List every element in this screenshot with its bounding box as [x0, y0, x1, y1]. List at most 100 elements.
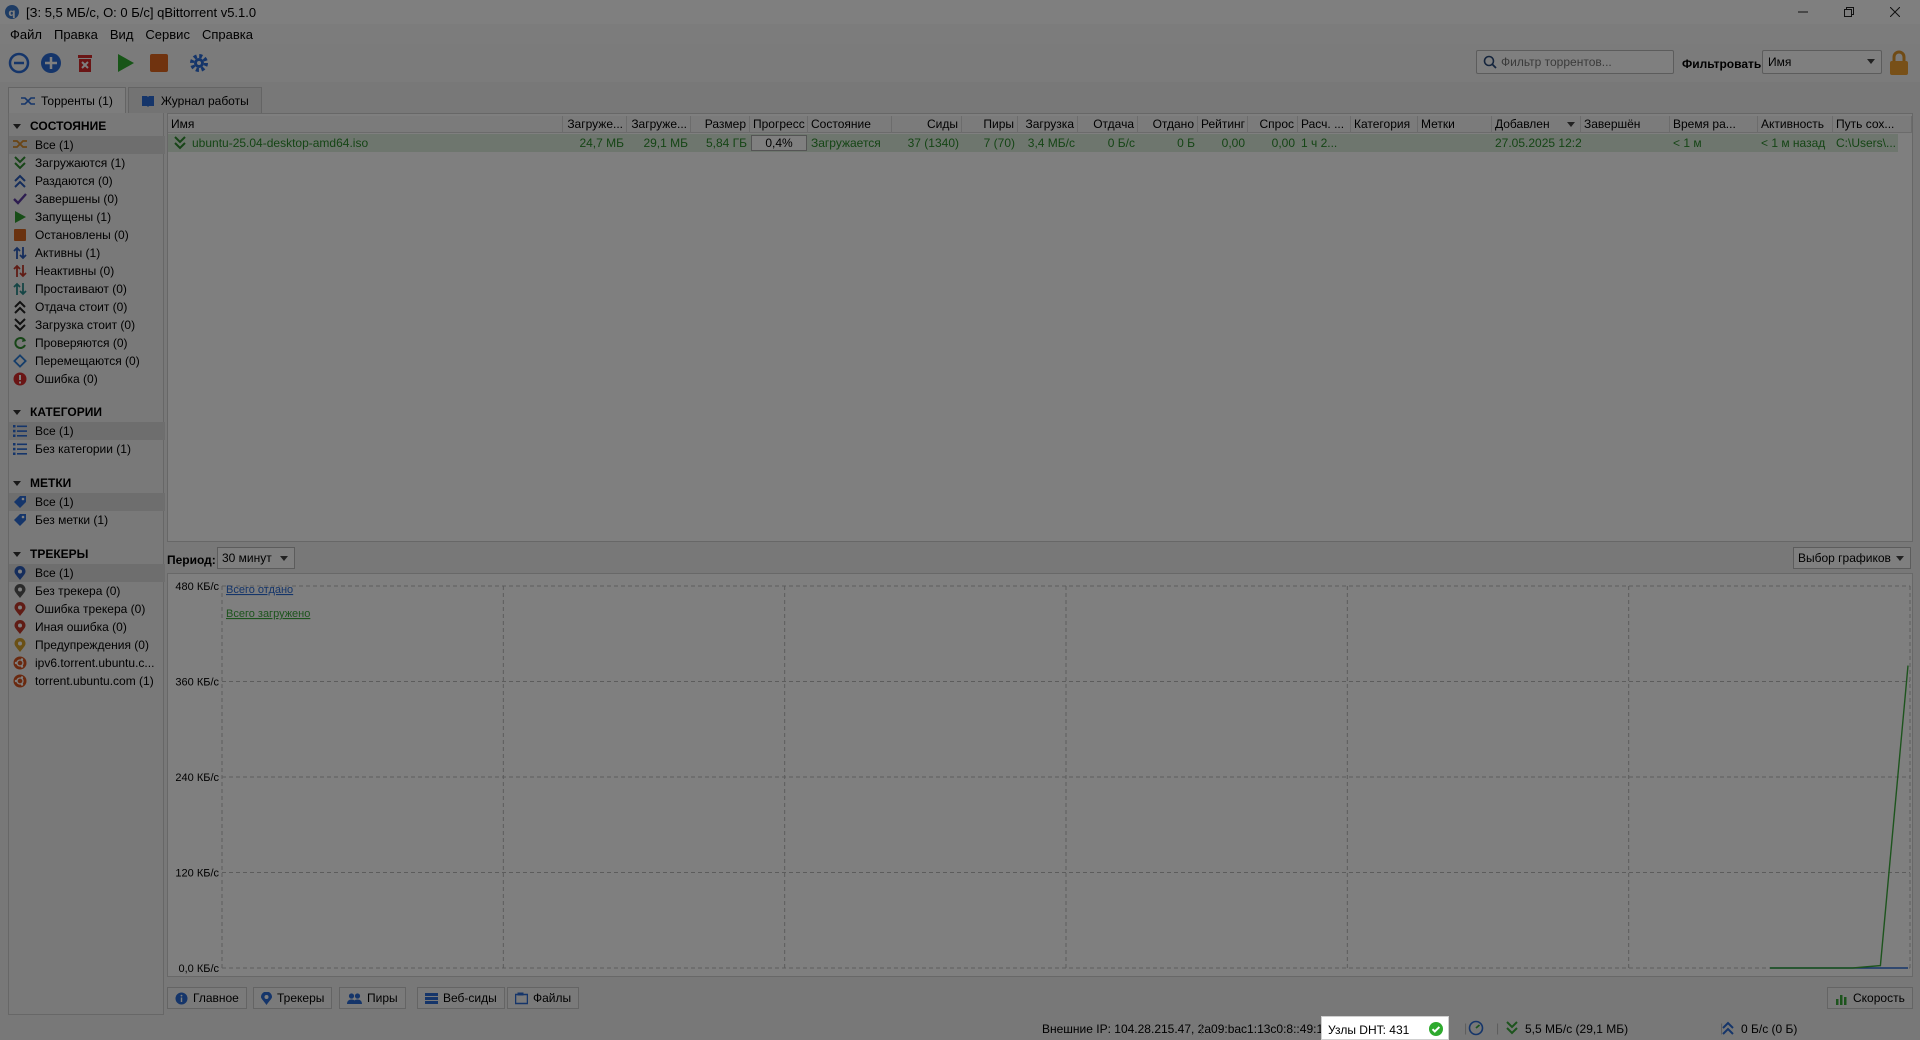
sidebar-item[interactable]: Проверяются (0) — [9, 334, 165, 352]
sidebar-item[interactable]: Без категории (1) — [9, 440, 165, 458]
period-select[interactable]: 30 минут — [217, 547, 295, 569]
sidebar-item[interactable]: Перемещаются (0) — [9, 352, 165, 370]
column-header[interactable]: Время ра... — [1670, 116, 1758, 133]
stop-button[interactable] — [146, 50, 172, 76]
y-tick-label: 240 КБ/с — [175, 772, 219, 784]
speed-graph-panel: Период: 30 минут Выбор графиков 480 КБ/с… — [167, 545, 1913, 981]
remove-torrent-button[interactable] — [72, 50, 98, 76]
connection-ok-icon[interactable] — [1428, 1021, 1444, 1037]
cell-added: 27.05.2025 12:25 — [1495, 136, 1581, 150]
tab-trackers[interactable]: Трекеры — [253, 987, 333, 1009]
add-torrent-link-button[interactable] — [6, 50, 32, 76]
sidebar-item[interactable]: Загрузка стоит (0) — [9, 316, 165, 334]
search-input[interactable] — [1501, 55, 1661, 69]
minimize-button[interactable] — [1780, 0, 1826, 24]
tab-web-seeds[interactable]: Веб-сиды — [417, 987, 505, 1009]
column-header[interactable]: Расч. ... — [1298, 116, 1351, 133]
column-header[interactable]: Загруже... — [627, 116, 691, 133]
status-section-header[interactable]: СОСТОЯНИЕ — [9, 117, 165, 135]
sidebar-item[interactable]: Все (1) — [9, 493, 165, 511]
sidebar-item[interactable]: Запущены (1) — [9, 208, 165, 226]
lock-ui-button[interactable] — [1888, 50, 1910, 76]
column-header[interactable]: Отдача — [1078, 116, 1138, 133]
sidebar-item[interactable]: Активны (1) — [9, 244, 165, 262]
column-header[interactable]: Имя — [168, 116, 563, 133]
tracker-pin-icon — [13, 566, 27, 580]
dht-nodes-text: Узлы DHT: 431 — [1328, 1023, 1410, 1037]
chevron-down-icon — [1867, 59, 1875, 64]
sidebar-item[interactable]: torrent.ubuntu.com (1) — [9, 672, 165, 690]
cell-downloaded-session: 29,1 МБ — [643, 136, 688, 150]
column-header[interactable]: Размер — [691, 116, 750, 133]
upload-speed-text[interactable]: 0 Б/с (0 Б) — [1741, 1022, 1797, 1036]
sidebar-item[interactable]: Завершены (0) — [9, 190, 165, 208]
tab-general[interactable]: Главное — [167, 987, 247, 1009]
speed-graph-toggle-button[interactable]: Скорость — [1827, 987, 1913, 1009]
sidebar-item[interactable]: Ошибка трекера (0) — [9, 600, 165, 618]
tab-execution-log[interactable]: Журнал работы — [127, 87, 262, 113]
play-icon — [118, 54, 134, 72]
sidebar-item-label: Все (1) — [35, 495, 74, 509]
column-header[interactable]: Загруже... — [563, 116, 627, 133]
graph-selection-select[interactable]: Выбор графиков — [1793, 547, 1911, 569]
column-header[interactable]: Метки — [1418, 116, 1492, 133]
download-speed-text[interactable]: 5,5 МБ/с (29,1 МБ) — [1525, 1022, 1628, 1036]
sidebar-item[interactable]: Все (1) — [9, 136, 165, 154]
sidebar-item[interactable]: Простаивают (0) — [9, 280, 165, 298]
column-header[interactable]: Категория — [1351, 116, 1418, 133]
table-row[interactable]: ubuntu-25.04-desktop-amd64.iso 24,7 МБ 29,… — [168, 134, 1898, 152]
add-torrent-file-button[interactable] — [38, 50, 64, 76]
sidebar-item-label: Загрузка стоит (0) — [35, 318, 136, 332]
column-header[interactable]: Состояние — [808, 116, 892, 133]
column-header[interactable]: Отдано — [1138, 116, 1198, 133]
start-button[interactable] — [112, 50, 138, 76]
sidebar-item[interactable]: Раздаются (0) — [9, 172, 165, 190]
filter-by-select[interactable]: Имя — [1762, 50, 1882, 74]
menu-edit[interactable]: Правка — [48, 27, 104, 42]
sidebar-item-label: Предупреждения (0) — [35, 638, 149, 652]
sidebar-item-label: torrent.ubuntu.com (1) — [35, 674, 154, 688]
restore-button[interactable] — [1826, 0, 1872, 24]
column-header[interactable]: Сиды — [892, 116, 962, 133]
tab-torrents[interactable]: Торренты (1) — [8, 87, 126, 113]
column-header[interactable]: Активность — [1758, 116, 1833, 133]
menu-view[interactable]: Вид — [104, 27, 140, 42]
column-header[interactable]: Спрос — [1248, 116, 1298, 133]
column-header[interactable]: Рейтинг — [1198, 116, 1248, 133]
column-header[interactable]: Завершён — [1581, 116, 1670, 133]
stopped-square-icon — [13, 228, 27, 242]
table-header: Имя Загруже... Загруже... Размер Прогресс Сос… — [168, 116, 1912, 133]
cell-save-path: C:\Users\... — [1836, 136, 1897, 150]
sidebar-item[interactable]: Иная ошибка (0) — [9, 618, 165, 636]
sidebar-item[interactable]: Предупреждения (0) — [9, 636, 165, 654]
sidebar-item[interactable]: Ошибка (0) — [9, 370, 165, 388]
sidebar-item[interactable]: Отдача стоит (0) — [9, 298, 165, 316]
column-header[interactable]: Пиры — [962, 116, 1018, 133]
alt-speed-limits-icon[interactable] — [1468, 1020, 1484, 1036]
stop-square-icon — [150, 54, 168, 72]
categories-section-header[interactable]: КАТЕГОРИИ — [9, 403, 165, 421]
sidebar-item[interactable]: Без трекера (0) — [9, 582, 165, 600]
sidebar-item[interactable]: Все (1) — [9, 422, 165, 440]
settings-button[interactable] — [186, 50, 212, 76]
sidebar-item[interactable]: Остановлены (0) — [9, 226, 165, 244]
menu-tools[interactable]: Сервис — [139, 27, 196, 42]
menu-help[interactable]: Справка — [196, 27, 259, 42]
cell-down-speed: 3,4 МБ/с — [1027, 136, 1075, 150]
torrent-search-box[interactable] — [1476, 50, 1674, 74]
close-button[interactable] — [1872, 0, 1918, 24]
menu-file[interactable]: Файл — [4, 27, 48, 42]
tab-peers[interactable]: Пиры — [339, 987, 406, 1009]
column-header[interactable]: Загрузка — [1018, 116, 1078, 133]
column-header[interactable]: Прогресс — [750, 116, 808, 133]
column-header[interactable]: Путь сох... — [1833, 116, 1912, 133]
sidebar-item[interactable]: Неактивны (0) — [9, 262, 165, 280]
sidebar-item[interactable]: Загружаются (1) — [9, 154, 165, 172]
trackers-section-header[interactable]: ТРЕКЕРЫ — [9, 545, 165, 563]
sidebar-item[interactable]: Все (1) — [9, 564, 165, 582]
sidebar-item[interactable]: Без метки (1) — [9, 511, 165, 529]
tags-section-header[interactable]: МЕТКИ — [9, 474, 165, 492]
tab-files[interactable]: Файлы — [507, 987, 580, 1009]
sidebar-item[interactable]: ipv6.torrent.ubuntu.c... — [9, 654, 165, 672]
period-value: 30 минут — [222, 551, 272, 565]
